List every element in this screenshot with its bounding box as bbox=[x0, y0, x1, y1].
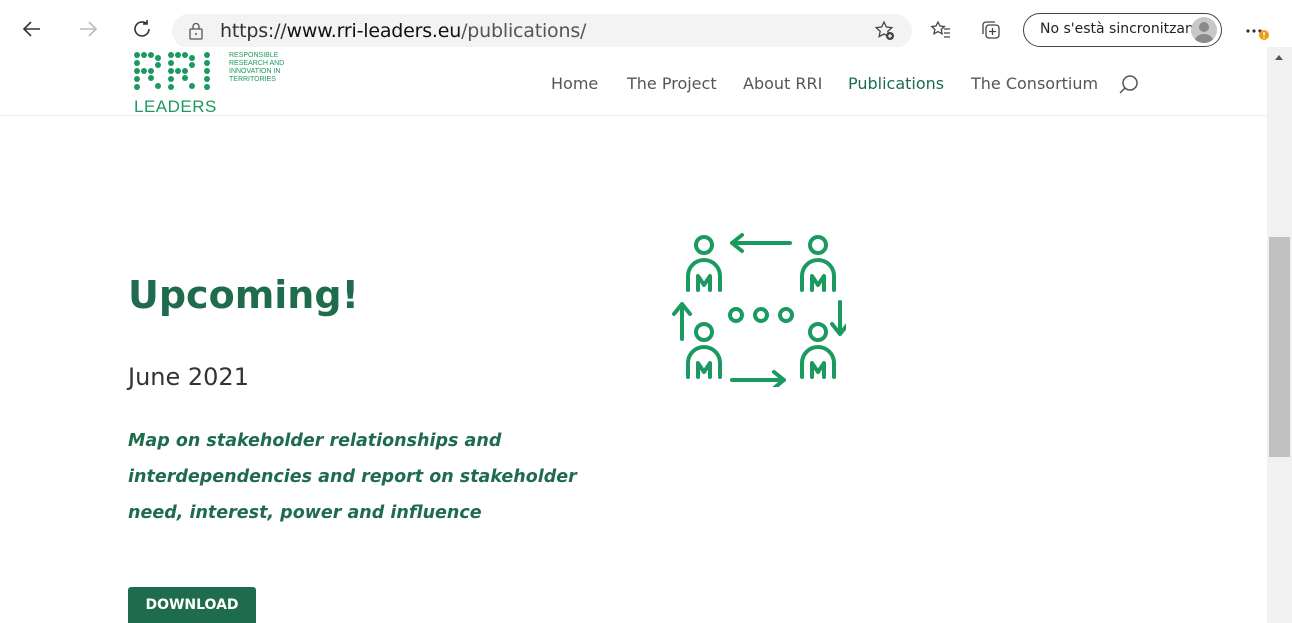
nav-the-consortium[interactable]: The Consortium bbox=[971, 74, 1098, 93]
scroll-up-icon[interactable] bbox=[1275, 55, 1283, 60]
url-host: www.rri-leaders.eu bbox=[286, 20, 462, 42]
logo-tagline: RESPONSIBLE RESEARCH AND INNOVATION IN T… bbox=[229, 52, 285, 83]
sync-status: No s'està sincronitzant bbox=[1040, 21, 1200, 37]
back-icon[interactable] bbox=[20, 17, 44, 41]
publication-date: June 2021 bbox=[128, 363, 249, 391]
profile-sync-button[interactable]: No s'està sincronitzant bbox=[1023, 13, 1222, 47]
avatar bbox=[1191, 17, 1217, 43]
publication-description: Map on stakeholder relationships and int… bbox=[128, 431, 577, 523]
scrollbar[interactable] bbox=[1267, 47, 1292, 623]
search-icon[interactable] bbox=[1118, 74, 1140, 96]
lock-icon[interactable] bbox=[188, 22, 204, 45]
favorites-icon[interactable] bbox=[930, 19, 952, 41]
nav-home[interactable]: Home bbox=[551, 74, 598, 93]
forward-icon[interactable] bbox=[76, 17, 100, 41]
nav-publications[interactable]: Publications bbox=[848, 74, 944, 93]
section-title: Upcoming! bbox=[128, 273, 359, 317]
nav-the-project[interactable]: The Project bbox=[627, 74, 717, 93]
add-favorite-icon[interactable] bbox=[874, 20, 896, 42]
rri-logo[interactable] bbox=[133, 50, 228, 101]
stakeholder-network-icon bbox=[668, 232, 850, 392]
site-header: RESPONSIBLE RESEARCH AND INNOVATION IN T… bbox=[0, 47, 1267, 116]
address-bar[interactable]: https://www.rri-leaders.eu/publications/ bbox=[172, 14, 912, 48]
url-scheme: https:// bbox=[220, 20, 287, 42]
logo-wordmark: LEADERS bbox=[134, 97, 217, 116]
collections-icon[interactable] bbox=[980, 19, 1002, 41]
url-path: /publications/ bbox=[461, 20, 587, 42]
download-button[interactable]: DOWNLOAD bbox=[128, 587, 256, 623]
more-icon[interactable] bbox=[1244, 20, 1274, 42]
scrollbar-thumb[interactable] bbox=[1269, 237, 1290, 457]
url-text: https://www.rri-leaders.eu/publications/ bbox=[220, 20, 586, 42]
nav-about-rri[interactable]: About RRI bbox=[743, 74, 822, 93]
refresh-icon[interactable] bbox=[130, 17, 154, 41]
